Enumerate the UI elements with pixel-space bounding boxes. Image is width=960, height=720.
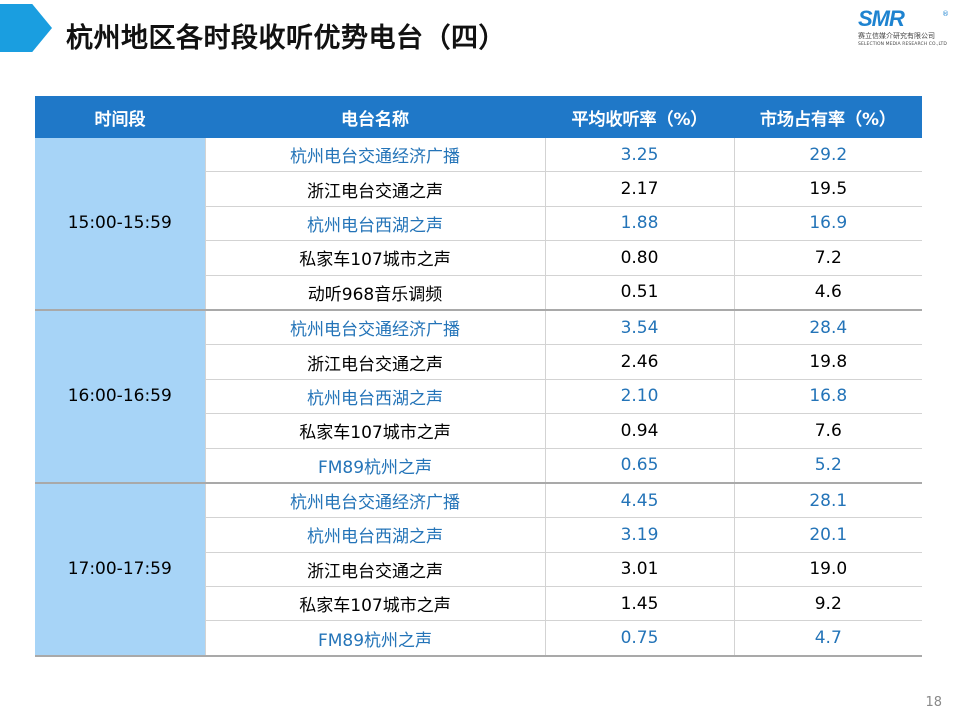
station-name-cell: 私家车107城市之声 (204, 586, 545, 622)
share-cell: 19.0 (733, 552, 922, 588)
station-name-cell: 杭州电台交通经济广播 (204, 138, 545, 173)
rating-cell: 1.88 (544, 206, 734, 242)
share-cell: 5.2 (733, 448, 922, 484)
station-name-cell: FM89杭州之声 (204, 620, 545, 657)
header-period: 时间段 (35, 96, 205, 138)
share-cell: 4.7 (733, 620, 922, 657)
share-cell: 28.4 (733, 309, 922, 346)
station-name-cell: 杭州电台西湖之声 (204, 379, 545, 415)
share-cell: 29.2 (733, 138, 922, 173)
rating-cell: 2.10 (544, 379, 734, 415)
share-cell: 20.1 (733, 517, 922, 553)
station-name-cell: 杭州电台西湖之声 (204, 517, 545, 553)
header-station: 电台名称 (205, 96, 545, 138)
share-cell: 7.6 (733, 413, 922, 449)
slide-title: 杭州地区各时段收听优势电台（四） (66, 23, 506, 54)
station-name-cell: 浙江电台交通之声 (204, 344, 545, 380)
registered-mark: ® (942, 10, 949, 18)
rating-cell: 2.46 (544, 344, 734, 380)
station-name-cell: FM89杭州之声 (204, 448, 545, 484)
period-cell: 15:00-15:59 (35, 138, 205, 311)
share-cell: 28.1 (733, 482, 922, 519)
table-row: 17:00-17:59 杭州电台交通经济广播 4.45 28.1 (35, 482, 922, 657)
rating-cell: 0.51 (544, 275, 734, 311)
period-cell: 17:00-17:59 (35, 482, 205, 657)
page-number: 18 (925, 695, 942, 710)
rating-cell: 0.75 (544, 620, 734, 657)
table-row: 15:00-15:59 杭州电台交通经济广播 3.25 29.2 (35, 138, 922, 311)
rating-cell: 2.17 (544, 171, 734, 207)
share-cell: 16.9 (733, 206, 922, 242)
rating-cell: 1.45 (544, 586, 734, 622)
logo-company-cn: 赛立信媒介研究有限公司 (858, 32, 935, 40)
rating-cell: 0.94 (544, 413, 734, 449)
period-cell: 16:00-16:59 (35, 309, 205, 484)
rating-cell: 3.54 (544, 309, 734, 346)
logo-mark: SMR (858, 6, 905, 31)
rating-cell: 3.25 (544, 138, 734, 173)
share-cell: 9.2 (733, 586, 922, 622)
header-share: 市场占有率（%） (734, 96, 922, 138)
rating-cell: 4.45 (544, 482, 734, 519)
station-name-cell: 动听968音乐调频 (204, 275, 545, 311)
rating-cell: 3.01 (544, 552, 734, 588)
title-accent-arrow (0, 4, 52, 52)
table-header-row: 时间段 电台名称 平均收听率（%） 市场占有率（%） (35, 96, 922, 138)
station-name-cell: 杭州电台交通经济广播 (204, 309, 545, 346)
station-name-cell: 私家车107城市之声 (204, 413, 545, 449)
share-cell: 4.6 (733, 275, 922, 311)
station-name-cell: 浙江电台交通之声 (204, 552, 545, 588)
station-name-cell: 杭州电台西湖之声 (204, 206, 545, 242)
station-name-cell: 浙江电台交通之声 (204, 171, 545, 207)
rating-cell: 0.65 (544, 448, 734, 484)
header-rating: 平均收听率（%） (545, 96, 734, 138)
station-name-cell: 私家车107城市之声 (204, 240, 545, 276)
share-cell: 19.5 (733, 171, 922, 207)
company-logo: SMR ® 赛立信媒介研究有限公司 SELECTION MEDIA RESEAR… (858, 6, 949, 54)
logo-company-en: SELECTION MEDIA RESEARCH CO.,LTD (858, 42, 947, 47)
share-cell: 19.8 (733, 344, 922, 380)
station-name-cell: 杭州电台交通经济广播 (204, 482, 545, 519)
table-row: 16:00-16:59 杭州电台交通经济广播 3.54 28.4 (35, 309, 922, 484)
rating-cell: 0.80 (544, 240, 734, 276)
table-body: 15:00-15:59 杭州电台交通经济广播 3.25 29.2 浙江电台交通之声 2.1… (35, 138, 922, 657)
share-cell: 7.2 (733, 240, 922, 276)
rating-cell: 3.19 (544, 517, 734, 553)
share-cell: 16.8 (733, 379, 922, 415)
station-ranking-table: 时间段 电台名称 平均收听率（%） 市场占有率（%） 15:00-15:59 杭州… (35, 96, 922, 657)
